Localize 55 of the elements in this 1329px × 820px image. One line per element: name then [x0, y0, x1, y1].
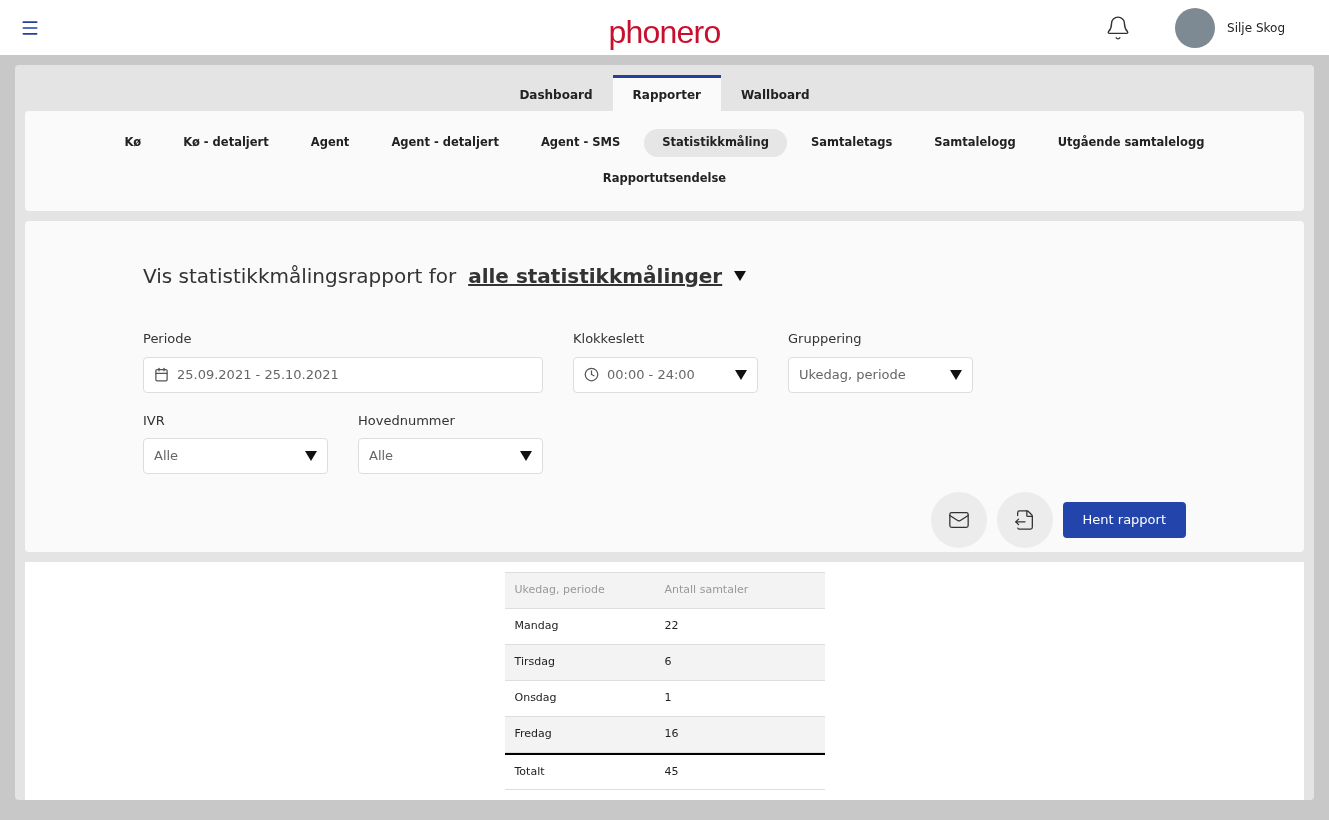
- table-cell-text: 1: [663, 690, 673, 707]
- table-cell-text: Tirsdag: [513, 654, 556, 671]
- date-field[interactable]: 25.09.2021 - 25.10.2021: [143, 356, 543, 393]
- field-value: Alle: [154, 447, 180, 466]
- table-cell-text: Mandag: [513, 618, 560, 635]
- table-cell-text: 6: [663, 654, 673, 671]
- report-tab[interactable]: Samtaletags: [792, 129, 911, 157]
- avatar[interactable]: [1175, 7, 1216, 48]
- select-field[interactable]: Alle: [358, 438, 543, 474]
- table-cell-text: Onsdag: [513, 690, 558, 707]
- file-export-icon: [1013, 509, 1036, 531]
- user-name[interactable]: Silje Skog: [1227, 18, 1285, 37]
- main-tab[interactable]: Rapporter: [612, 75, 722, 111]
- select-field[interactable]: Ukedag, periode: [788, 356, 973, 393]
- field-value: 25.09.2021 - 25.10.2021: [177, 365, 340, 384]
- table-cell-text: 45: [663, 763, 680, 780]
- heading-link[interactable]: alle statistikkmålinger: [468, 261, 723, 291]
- report-tab[interactable]: Agent - detaljert: [373, 129, 517, 157]
- field-label: Gruppering: [788, 330, 863, 348]
- calendar-icon: [154, 367, 169, 382]
- field-label: Klokkeslett: [573, 330, 646, 348]
- caret-icon: [305, 451, 317, 461]
- report-tab[interactable]: Agent: [292, 129, 368, 157]
- report-heading: Vis statistikkmålingsrapport for: [143, 263, 457, 290]
- report-tab[interactable]: Rapportutsendelse: [584, 165, 745, 193]
- field-value: Alle: [369, 447, 395, 466]
- caret-icon: [950, 369, 962, 380]
- main-tab[interactable]: Dashboard: [499, 75, 613, 111]
- table-cell-text: Fredag: [513, 726, 553, 743]
- clock-icon: [584, 367, 599, 382]
- field-label: IVR: [143, 411, 166, 430]
- caret-icon: [734, 271, 747, 281]
- submit-button[interactable]: Hent rapport: [1062, 502, 1186, 538]
- table-cell-text: 16: [663, 726, 680, 743]
- field-value: 00:00 - 24:00: [607, 365, 696, 384]
- column-header: Antall samtaler: [663, 582, 750, 599]
- caret-icon: [735, 369, 747, 380]
- report-tab[interactable]: Statistikkmåling: [644, 129, 787, 157]
- column-header: Ukedag, periode: [513, 582, 606, 599]
- report-tab[interactable]: Agent - SMS: [522, 129, 639, 157]
- time-field[interactable]: 00:00 - 24:00: [573, 356, 758, 393]
- field-label: Periode: [143, 330, 193, 348]
- report-tab[interactable]: Samtalelogg: [916, 129, 1034, 157]
- table-cell-text: Totalt: [513, 763, 546, 780]
- main-tab[interactable]: Wallboard: [721, 75, 830, 111]
- table-cell-text: 22: [663, 618, 680, 635]
- select-field[interactable]: Alle: [143, 438, 328, 474]
- caret-icon: [520, 451, 532, 461]
- field-value: Ukedag, periode: [799, 365, 907, 384]
- report-tab[interactable]: Utgående samtalelogg: [1039, 129, 1223, 157]
- mail-icon: [947, 509, 970, 531]
- logo: phonero: [608, 13, 721, 52]
- field-label: Hovednummer: [358, 411, 456, 430]
- report-tab[interactable]: Kø: [106, 129, 160, 157]
- report-tab[interactable]: Kø - detaljert: [165, 129, 287, 157]
